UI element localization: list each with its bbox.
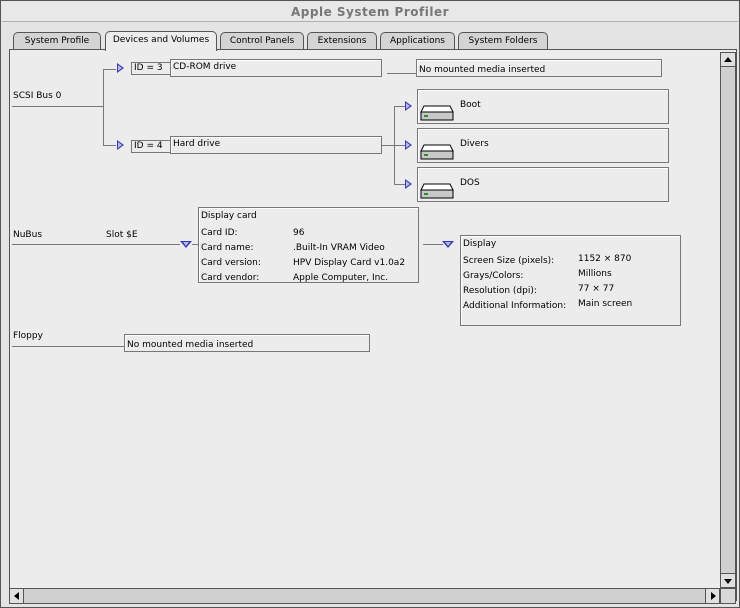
tab-devices-and-volumes[interactable]: Devices and Volumes xyxy=(105,31,217,51)
tab-label: System Folders xyxy=(468,36,538,46)
device-name: Hard drive xyxy=(173,139,221,149)
expand-volume-boot-triangle[interactable] xyxy=(405,101,412,111)
arrow-left-icon xyxy=(14,592,19,600)
volume-name: Boot xyxy=(460,100,481,110)
card-field-value: Apple Computer, Inc. xyxy=(293,273,389,283)
connector xyxy=(382,145,394,146)
card-field-value: HPV Display Card v1.0a2 xyxy=(293,258,406,268)
card-field-label: Card version: xyxy=(201,258,261,268)
tab-extensions[interactable]: Extensions xyxy=(307,32,377,50)
card-field-label: Card name: xyxy=(201,243,254,253)
connector xyxy=(103,69,104,146)
volume-name: Divers xyxy=(460,139,489,149)
connector xyxy=(12,106,104,107)
tab-label: Control Panels xyxy=(229,36,295,46)
scroll-right-arrow[interactable] xyxy=(705,589,719,603)
scsi-bus-label: SCSI Bus 0 xyxy=(13,91,62,101)
display-field-value: Main screen xyxy=(578,299,633,309)
arrow-down-icon xyxy=(724,579,732,584)
slot-label: Slot $E xyxy=(106,230,138,240)
display-card-box[interactable]: Display card Card ID: 96 Card name: .Bui… xyxy=(198,207,419,283)
volume-divers-box[interactable]: Divers xyxy=(417,128,669,163)
devices-panel: SCSI Bus 0 ID = 3 CD-ROM drive No mounte… xyxy=(9,49,737,601)
expand-volume-dos-triangle[interactable] xyxy=(405,179,412,189)
hard-drive-device-box[interactable]: Hard drive xyxy=(170,136,382,154)
tab-label: Extensions xyxy=(317,36,367,46)
scroll-left-arrow[interactable] xyxy=(10,589,24,603)
volume-dos-box[interactable]: DOS xyxy=(417,167,669,202)
display-info-box[interactable]: Display Screen Size (pixels): 1152 × 870… xyxy=(460,235,681,326)
volume-name: DOS xyxy=(460,178,480,188)
connector xyxy=(103,69,116,70)
scsi-id-label: ID = 3 xyxy=(131,62,171,75)
vertical-scrollbar[interactable] xyxy=(720,52,736,588)
expand-volume-divers-triangle[interactable] xyxy=(405,140,412,150)
tab-control-panels[interactable]: Control Panels xyxy=(220,32,304,50)
horizontal-scrollbar[interactable] xyxy=(9,588,720,604)
floppy-label: Floppy xyxy=(13,331,43,341)
window-title: Apple System Profiler xyxy=(290,5,450,19)
profiler-window: Apple System Profiler System Profile Dev… xyxy=(0,0,740,608)
connector xyxy=(103,145,116,146)
card-title: Display card xyxy=(201,211,257,221)
scsi-id-label: ID = 4 xyxy=(131,140,171,153)
tab-applications[interactable]: Applications xyxy=(380,32,455,50)
nubus-label: NuBus xyxy=(13,230,43,240)
arrow-up-icon xyxy=(724,57,732,62)
display-field-label: Screen Size (pixels): xyxy=(463,256,555,266)
collapse-display-triangle[interactable] xyxy=(442,241,454,248)
cdrom-device-box[interactable]: CD-ROM drive xyxy=(170,59,382,77)
connector xyxy=(423,244,443,245)
title-bar[interactable]: Apple System Profiler xyxy=(2,2,738,22)
hard-disk-icon xyxy=(420,144,454,160)
expand-hard-drive-triangle[interactable] xyxy=(117,140,124,150)
arrow-right-icon xyxy=(711,592,716,600)
volume-boot-box[interactable]: Boot xyxy=(417,89,669,124)
card-field-label: Card vendor: xyxy=(201,273,260,283)
card-field-label: Card ID: xyxy=(201,228,238,238)
status-text: No mounted media inserted xyxy=(127,340,254,350)
expand-cdrom-triangle[interactable] xyxy=(117,63,124,73)
scroll-down-arrow[interactable] xyxy=(721,573,735,587)
status-text: No mounted media inserted xyxy=(419,65,546,75)
display-field-value: 1152 × 870 xyxy=(578,254,632,264)
floppy-status-box: No mounted media inserted xyxy=(124,334,370,352)
hard-disk-icon xyxy=(420,105,454,121)
hard-disk-icon xyxy=(420,183,454,199)
display-title: Display xyxy=(463,239,497,249)
connector xyxy=(387,73,416,74)
card-field-value: 96 xyxy=(293,228,305,238)
tab-label: System Profile xyxy=(24,36,90,46)
tab-system-folders[interactable]: System Folders xyxy=(458,32,548,50)
collapse-display-card-triangle[interactable] xyxy=(180,241,192,248)
display-field-value: 77 × 77 xyxy=(578,284,615,294)
display-field-label: Grays/Colors: xyxy=(463,271,524,281)
cdrom-status-box: No mounted media inserted xyxy=(416,59,662,77)
tab-label: Devices and Volumes xyxy=(112,35,210,45)
connector xyxy=(12,346,124,347)
scroll-up-arrow[interactable] xyxy=(721,53,735,67)
display-field-label: Additional Information: xyxy=(463,301,567,311)
display-field-value: Millions xyxy=(578,269,612,279)
display-field-label: Resolution (dpi): xyxy=(463,286,537,296)
card-field-value: .Built-In VRAM Video xyxy=(293,243,385,253)
resize-grip[interactable] xyxy=(720,588,736,604)
device-name: CD-ROM drive xyxy=(173,62,237,72)
tab-label: Applications xyxy=(390,36,445,46)
connector xyxy=(12,244,180,245)
tab-system-profile[interactable]: System Profile xyxy=(13,32,101,50)
